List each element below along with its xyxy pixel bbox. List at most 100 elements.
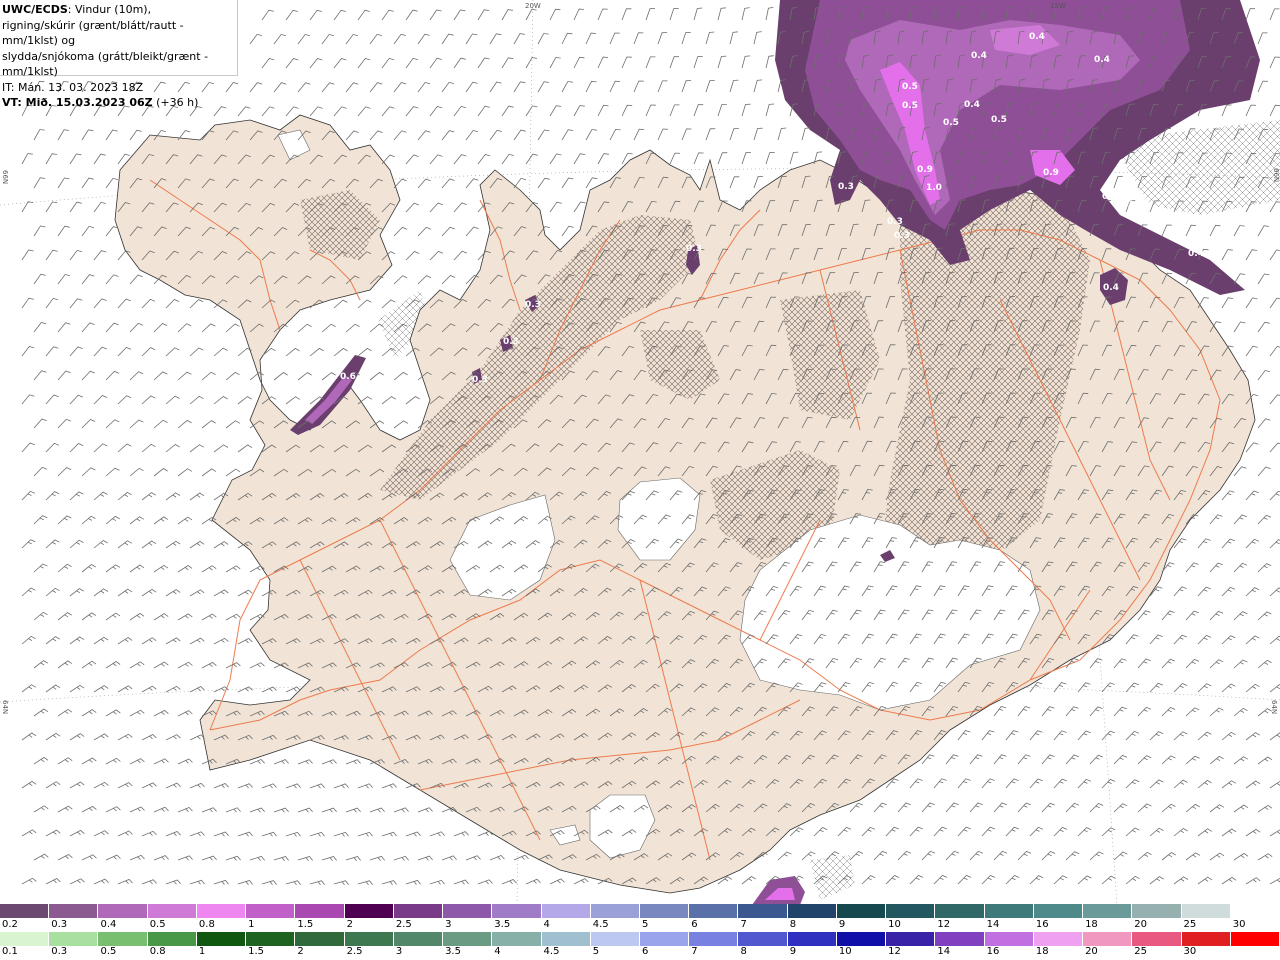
legend-value-label: 1.5 [297, 919, 314, 930]
contour-label: 0.6 [340, 372, 356, 382]
legend-color-swatch [196, 904, 247, 918]
legend-value-label: 4 [494, 946, 501, 957]
legend-color-swatch [738, 904, 788, 918]
legend-color-swatch [344, 904, 394, 918]
legend-value-label: 0.5 [100, 946, 117, 957]
legend-value-label: 0.3 [51, 919, 68, 930]
legend-color-swatch [640, 932, 690, 946]
contour-label: 0.3 [838, 182, 854, 192]
contour-label: 0.4 [1029, 32, 1045, 42]
legend-color-swatch [836, 904, 887, 918]
product-name: UWC/ECDS [2, 3, 68, 16]
legend-color-swatch [98, 932, 148, 946]
legend-value-label: 2.5 [395, 919, 412, 930]
legend-color-swatch [640, 904, 690, 918]
header-line-3: slydda/snjókoma (grátt/bleikt/grænt - mm… [2, 49, 209, 79]
grid-label-15w: 15W [1050, 2, 1066, 10]
legend-value-label: 16 [986, 946, 1000, 957]
legend-color-swatch [886, 904, 936, 918]
legend-color-swatch [787, 904, 837, 918]
legend-value-label: 4.5 [592, 919, 609, 930]
legend-value-label: 0.4 [100, 919, 117, 930]
legend-value-label: 12 [888, 946, 901, 957]
contour-label: 0.3 [472, 375, 488, 385]
legend-value-label: 3.5 [494, 919, 511, 930]
forecast-info-box: UWC/ECDS: Vindur (10m), rigning/skúrir (… [0, 0, 238, 109]
valid-time-line: VT: Mið. 15.03.2023 06Z (+36 h) [2, 95, 235, 111]
grid-label-20w: 20W [525, 2, 541, 10]
grid-label-66n-right: 66N [1272, 168, 1280, 182]
contour-label: 0.3 [503, 337, 519, 347]
product-description: : Vindur (10m), [67, 3, 152, 16]
valid-time: VT: Mið. 15.03.2023 06Z [2, 96, 153, 109]
initial-time: IT: Mán. 13. 03. 2023 18Z [2, 80, 144, 94]
legend-color-swatch [1033, 932, 1084, 946]
legend-color-swatch [1083, 932, 1133, 946]
legend-value-label: 6 [642, 946, 649, 957]
legend-color-swatch [98, 904, 148, 918]
contour-label: 0.4 [1188, 249, 1204, 259]
legend-value-label: 14 [937, 946, 951, 957]
legend-color-swatch [689, 904, 739, 918]
map-canvas: 0.4 0.4 0.4 0.5 0.5 0.4 0.5 0.5 0.9 1.0 … [0, 0, 1280, 906]
legend-color-swatch [590, 904, 640, 918]
legend-value-label: 0.2 [2, 919, 18, 930]
snow-scale-labels: 0.2 0.3 0.4 0.5 0.8 1 1.5 2 2.5 3 3.5 4 4.5 5 6 7 8 9 10 12… [0, 919, 1280, 933]
legend-value-label: 18 [1085, 919, 1098, 930]
legend-value-label: 20 [1134, 919, 1148, 930]
legend-value-label: 3.5 [445, 946, 461, 957]
legend-color-swatch [1083, 904, 1133, 918]
contour-label: 0.3 [525, 300, 541, 310]
contour-label: 0.5 [902, 101, 918, 111]
legend-value-label: 7 [691, 946, 698, 957]
legend-color-swatch [1230, 932, 1280, 946]
legend-color-swatch [492, 932, 542, 946]
legend-color-swatch [295, 932, 345, 946]
legend-color-swatch [443, 932, 493, 946]
lead-time: (+36 h) [152, 96, 199, 109]
legend-value-label: 5 [642, 919, 649, 930]
legend-color-swatch [984, 904, 1034, 918]
contour-label: 0.5 [902, 82, 918, 92]
header-line-1: UWC/ECDS: Vindur (10m), [2, 2, 235, 18]
legend-color-swatch [393, 932, 444, 946]
legend-value-label: 30 [1232, 919, 1246, 930]
grid-label-64n-left: 64N [1, 700, 9, 714]
grid-label-66n-left: 66N [1, 170, 9, 184]
legend-value-label: 8 [789, 919, 797, 930]
map-root: 0.4 0.4 0.4 0.5 0.5 0.4 0.5 0.5 0.9 1.0 … [0, 0, 1280, 960]
legend-value-label: 25 [1183, 919, 1197, 930]
legend-value-label: 30 [1183, 946, 1197, 957]
legend-value-label: 25 [1134, 946, 1148, 957]
legend-color-swatch [787, 932, 837, 946]
legend-color-swatch [147, 932, 197, 946]
contour-label: 0.5 [991, 115, 1007, 125]
legend-value-label: 2 [346, 919, 353, 930]
contour-label: 0.4 [971, 51, 987, 61]
legend-color-swatch [344, 932, 394, 946]
contour-label: 0.4 [1103, 283, 1119, 293]
legend-color-swatch [443, 904, 493, 918]
legend-value-label: 0.3 [51, 946, 68, 957]
legend-color-swatch [1132, 904, 1182, 918]
legend-color-swatch [1132, 932, 1182, 946]
contour-label: 0.9 [917, 165, 933, 175]
legend-color-swatch [0, 904, 50, 918]
legend-value-label: 8 [740, 946, 747, 957]
legend-value-label: 9 [838, 919, 846, 930]
legend-color-swatch [393, 904, 444, 918]
legend-value-label: 20 [1085, 946, 1098, 957]
contour-label: 0.4 [1094, 55, 1110, 65]
legend-value-label: 0.8 [149, 946, 166, 957]
legend-color-swatch [246, 904, 296, 918]
legend-color-swatch [0, 932, 50, 946]
legend-value-label: 1 [248, 919, 255, 930]
legend-value-label: 2.5 [346, 946, 363, 957]
legend-value-label: 14 [986, 919, 1000, 930]
snow-color-scale [0, 904, 1280, 920]
contour-label: 1.0 [926, 183, 942, 193]
legend-value-label: 4 [543, 919, 550, 930]
legend-color-swatch [738, 932, 788, 946]
legend-color-swatch [196, 932, 247, 946]
legend-color-swatch [49, 904, 99, 918]
